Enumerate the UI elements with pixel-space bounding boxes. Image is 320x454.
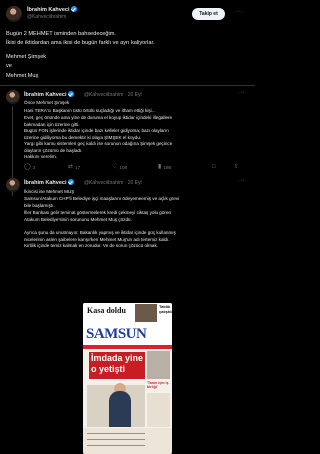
reply-handle[interactable]: @Kahveciibrahim · 20 Eyl bbox=[84, 92, 142, 98]
newspaper-person bbox=[109, 391, 131, 427]
newspaper-bottom bbox=[83, 428, 172, 454]
newspaper-rule bbox=[87, 445, 145, 446]
verified-badge-icon bbox=[70, 6, 77, 12]
tweet-text-line: İkisi de iktidardan ama ikisi de bugün f… bbox=[6, 40, 155, 46]
repost-count: 17 bbox=[75, 164, 81, 170]
reply-button[interactable]: ◯ 2 bbox=[24, 164, 35, 170]
more-options-icon[interactable]: ··· bbox=[238, 178, 245, 184]
author-name[interactable]: İbrahim Kahveci bbox=[27, 7, 70, 13]
bookmark-icon: □ bbox=[212, 164, 216, 170]
newspaper-rule bbox=[87, 433, 145, 434]
reply-avatar[interactable] bbox=[6, 178, 20, 192]
newspaper-rule bbox=[87, 439, 145, 440]
author-name-row[interactable]: İbrahim Kahveci bbox=[27, 6, 77, 13]
newspaper-column bbox=[147, 393, 170, 427]
reply-avatar[interactable] bbox=[6, 90, 20, 104]
like-button[interactable]: ♡ 108 bbox=[112, 164, 127, 170]
like-count: 108 bbox=[119, 164, 128, 170]
follow-button[interactable]: Takip et bbox=[192, 8, 225, 20]
reply-author-name[interactable]: İbrahim Kahveci bbox=[24, 92, 67, 98]
share-button[interactable]: ⇧ bbox=[234, 164, 239, 170]
reply-count: 2 bbox=[32, 164, 36, 170]
more-options-icon[interactable]: ··· bbox=[236, 9, 243, 15]
newspaper-side-headline: Taktik çalıştılar bbox=[159, 304, 172, 314]
reply-text-line: Atakum Belediye'sinin sorununu Mehmet Mu… bbox=[24, 216, 132, 222]
author-avatar[interactable] bbox=[6, 6, 22, 22]
reply-text-line: bile başlamıştı. bbox=[24, 202, 55, 208]
reply-text-line: İkincisi ise Mehmet MUŞ bbox=[24, 189, 75, 194]
newspaper-image[interactable]: Kasa doldu Taktik çalıştılar SAMSUN İmda… bbox=[83, 303, 172, 454]
tweet-text-line: Mehmet Şimşek bbox=[6, 54, 47, 60]
reply-time[interactable]: · 20 Eyl bbox=[125, 92, 142, 98]
reply-author-row[interactable]: İbrahim Kahveci bbox=[24, 179, 74, 186]
newspaper-main-headline: İmdada yine o yetişti bbox=[91, 353, 143, 374]
reply-text-line: Kirlilik içinde temiz kalmak en zorudur.… bbox=[24, 243, 159, 248]
like-icon: ♡ bbox=[112, 164, 118, 170]
reply-time[interactable]: · 20 Eyl bbox=[125, 180, 142, 186]
newspaper-masthead: SAMSUN bbox=[86, 326, 147, 342]
reply-text-line: Önce Mehmet Şimşek bbox=[24, 100, 70, 105]
more-options-icon[interactable]: ··· bbox=[238, 90, 245, 96]
newspaper-side-note: 'Tarım için iş birliği' bbox=[147, 381, 169, 389]
tweet-text-line: Bugün 2 MEHMET isminden bahsedeceğim. bbox=[6, 31, 116, 37]
action-bar: ◯ 2 ⇄ 17 ♡ 108 ▮ 19B □ ⇧ bbox=[24, 164, 252, 172]
reply-handle-text[interactable]: @Kahveciibrahim bbox=[84, 92, 123, 98]
newspaper-red-band bbox=[83, 345, 172, 349]
reply-text-line: Hani TERA'cı Başkanın üstü örtülü suçlad… bbox=[24, 108, 156, 113]
reply-author-row[interactable]: İbrahim Kahveci bbox=[24, 91, 74, 98]
views-button[interactable]: ▮ 19B bbox=[158, 164, 172, 170]
tweet-text-line: Mehmet Muş bbox=[6, 73, 39, 79]
tweet-header: İbrahim Kahveci @Kahveciibrahim Takip et… bbox=[0, 0, 255, 26]
tweet-text-line: ve bbox=[6, 63, 12, 69]
reply-author-name[interactable]: İbrahim Kahveci bbox=[24, 180, 67, 186]
reply-text-line: Hakkını verelim. bbox=[24, 154, 57, 159]
verified-badge-icon bbox=[67, 179, 74, 185]
repost-icon: ⇄ bbox=[68, 164, 74, 170]
repost-button[interactable]: ⇄ 17 bbox=[68, 164, 80, 170]
verified-badge-icon bbox=[67, 91, 74, 97]
views-count: 19B bbox=[163, 164, 172, 170]
newspaper-top-headline: Kasa doldu bbox=[87, 306, 126, 315]
views-icon: ▮ bbox=[158, 164, 162, 170]
bookmark-button[interactable]: □ bbox=[212, 164, 216, 170]
newspaper-main-headline-1: İmdada yine bbox=[91, 353, 144, 363]
newspaper-top-photo bbox=[135, 304, 157, 322]
reply-handle[interactable]: @Kahveciibrahim · 20 Eyl bbox=[84, 180, 142, 186]
reply-handle-text[interactable]: @Kahveciibrahim bbox=[84, 180, 123, 186]
newspaper-side-photo bbox=[147, 351, 170, 379]
reply-icon: ◯ bbox=[24, 164, 31, 170]
divider bbox=[0, 85, 255, 86]
newspaper-main-headline-2: o yetişti bbox=[91, 363, 126, 374]
author-handle[interactable]: @Kahveciibrahim bbox=[27, 14, 66, 20]
share-icon: ⇧ bbox=[234, 164, 240, 170]
